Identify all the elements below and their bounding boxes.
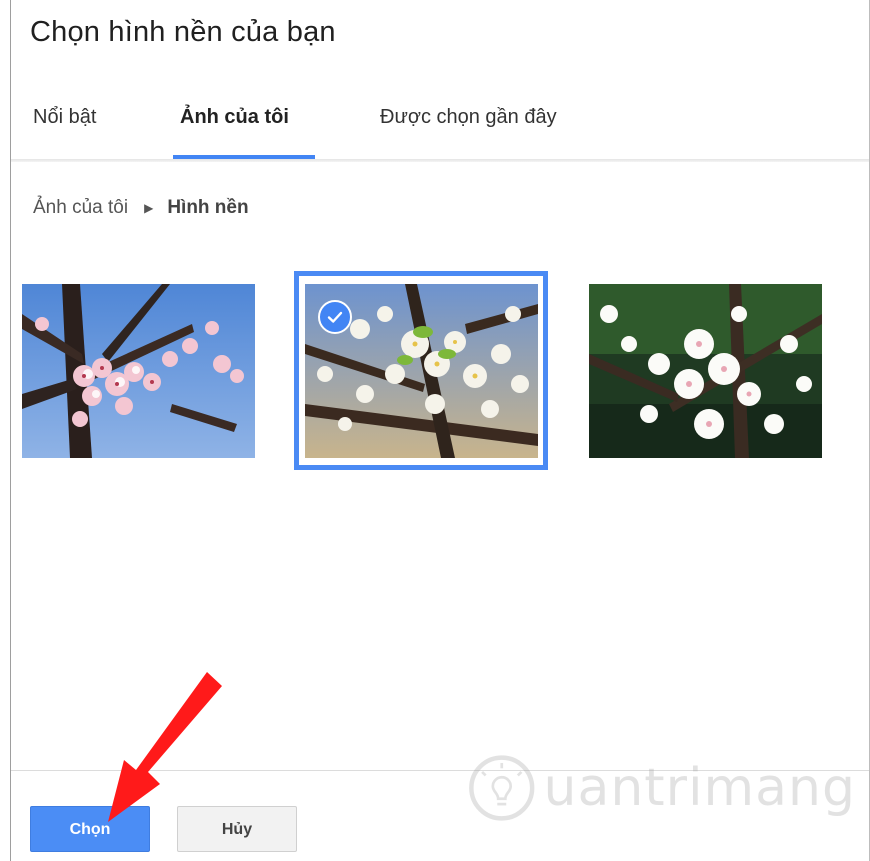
caret-right-icon: ▶: [144, 201, 154, 215]
breadcrumb-current: Hình nền: [167, 197, 249, 218]
cancel-button[interactable]: Hủy: [177, 806, 297, 852]
selected-check-icon: [318, 300, 352, 334]
wallpaper-thumbnail[interactable]: [22, 284, 255, 458]
tab-bar: Nổi bật Ảnh của tôi Được chọn gần đây: [11, 90, 869, 160]
wallpaper-dialog: Chọn hình nền của bạn Nổi bật Ảnh của tô…: [10, 0, 870, 861]
wallpaper-thumbnail[interactable]: [589, 284, 822, 458]
watermark-text: uantrimang: [543, 758, 856, 818]
breadcrumb-root-link[interactable]: Ảnh của tôi: [33, 197, 128, 219]
tab-recently-selected[interactable]: Được chọn gần đây: [380, 90, 557, 160]
cherry-blossom-pink-image: [22, 284, 255, 458]
lightbulb-icon: [469, 755, 535, 821]
tab-featured[interactable]: Nổi bật: [33, 90, 96, 160]
dialog-title: Chọn hình nền của bạn: [30, 16, 336, 48]
cherry-blossom-white-image: [589, 284, 822, 458]
tabs-divider: [11, 159, 869, 162]
watermark: uantrimang: [466, 738, 856, 838]
breadcrumb: Ảnh của tôi ▶ Hình nền: [33, 197, 249, 219]
tab-my-photos[interactable]: Ảnh của tôi: [180, 90, 289, 160]
wallpaper-thumbnail-selected[interactable]: [294, 271, 548, 470]
choose-button[interactable]: Chọn: [30, 806, 150, 852]
